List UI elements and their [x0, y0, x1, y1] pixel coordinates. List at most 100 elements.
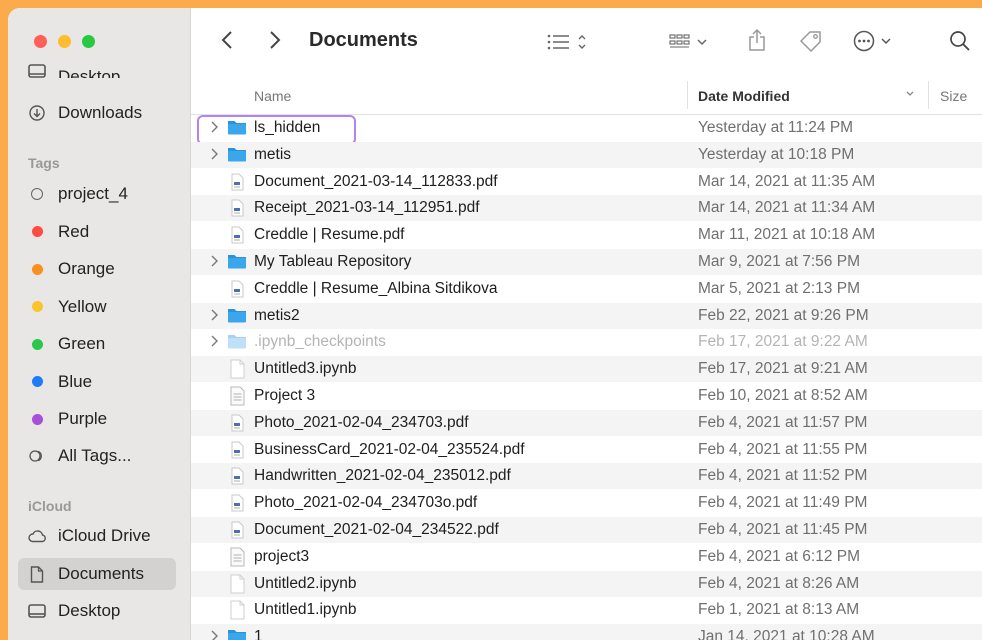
column-name[interactable]: Name — [254, 88, 291, 104]
file-row[interactable]: Creddle | Resume.pdf Mar 11, 2021 at 10:1… — [191, 222, 982, 248]
file-name: BusinessCard_2021-02-04_235524.pdf — [254, 440, 525, 458]
desktop-icon — [26, 64, 48, 78]
tag-dot — [31, 413, 43, 425]
file-date-modified: Feb 1, 2021 at 8:13 AM — [698, 601, 860, 619]
file-row[interactable]: Photo_2021-02-04_234703.pdf Feb 4, 2021 a… — [191, 409, 982, 438]
file-date-modified: Mar 14, 2021 at 11:35 AM — [698, 172, 876, 190]
file-row[interactable]: Project 3 Feb 10, 2021 at 8:52 AM — [191, 383, 982, 409]
file-name: metis — [254, 145, 292, 163]
tag-color-dot-icon — [26, 226, 48, 237]
sort-chevron-icon[interactable] — [905, 87, 915, 103]
folder-icon — [227, 306, 247, 329]
file-date-modified: Feb 4, 2021 at 6:12 PM — [698, 547, 860, 565]
file-name: Handwritten_2021-02-04_235012.pdf — [254, 467, 511, 485]
share-button[interactable] — [748, 28, 766, 52]
sidebar-item-label: All Tags... — [58, 446, 132, 465]
tag-dot — [31, 301, 43, 312]
file-date-modified: Feb 4, 2021 at 11:49 PM — [698, 494, 868, 512]
sidebar-item-label: Blue — [58, 371, 93, 391]
blank-document-icon — [227, 600, 247, 625]
file-row[interactable]: metis2 Feb 22, 2021 at 9:26 PM — [191, 302, 982, 329]
pdf-file-icon — [227, 225, 247, 250]
file-row[interactable]: Untitled2.ipynb Feb 4, 2021 at 8:26 AM — [191, 570, 982, 597]
file-name: project3 — [254, 547, 310, 565]
file-row[interactable]: Document_2021-02-04_234522.pdf Feb 4, 202… — [191, 517, 982, 543]
grid-icon — [669, 34, 707, 48]
back-button[interactable] — [221, 30, 233, 50]
pdf-file-icon — [227, 493, 247, 518]
zoom-window-button[interactable] — [82, 35, 95, 48]
file-row[interactable]: Creddle | Resume_Albina Sitdikova Mar 5, … — [191, 276, 982, 302]
file-row[interactable]: Receipt_2021-03-14_112951.pdf Mar 14, 202… — [191, 195, 982, 222]
cloud-icon — [26, 529, 48, 543]
sidebar-tag-red[interactable]: Red — [18, 216, 176, 248]
sidebar-item-label: Purple — [58, 409, 108, 428]
list-view-toggle[interactable] — [547, 32, 589, 52]
sidebar-tag-yellow[interactable]: Yellow — [18, 291, 176, 323]
sidebar-tag-orange[interactable]: Orange — [18, 253, 176, 285]
sidebar-item-label: Downloads — [58, 103, 143, 122]
sidebar-tag-blue[interactable]: Blue — [18, 366, 176, 398]
file-row[interactable]: ls_hidden Yesterday at 11:24 PM — [191, 115, 982, 145]
text-document-icon — [227, 547, 247, 572]
file-row[interactable]: Untitled1.ipynb Feb 1, 2021 at 8:13 AM — [191, 597, 982, 623]
file-date-modified: Mar 11, 2021 at 10:18 AM — [698, 226, 876, 244]
pdf-file-icon — [227, 413, 247, 438]
column-size[interactable]: Size — [940, 88, 967, 104]
close-window-button[interactable] — [34, 35, 47, 48]
folder-icon — [227, 252, 247, 275]
sidebar-tag-green[interactable]: Green — [18, 328, 176, 360]
expand-chevron-icon[interactable] — [210, 308, 219, 327]
sidebar-item-icloud-drive[interactable]: iCloud Drive — [18, 520, 176, 552]
sidebar-item-label: Yellow — [58, 296, 107, 316]
expand-chevron-icon[interactable] — [210, 254, 219, 273]
window-title: Documents — [309, 29, 418, 51]
file-name: metis2 — [254, 306, 300, 324]
expand-chevron-icon[interactable] — [210, 334, 219, 353]
column-header: Name Date Modified Size — [191, 77, 982, 115]
file-row[interactable]: metis Yesterday at 10:18 PM — [191, 141, 982, 168]
sidebar-item-desktop-partial[interactable]: Desktop — [18, 62, 176, 78]
more-actions-button[interactable] — [853, 30, 899, 52]
file-row[interactable]: .ipynb_checkpoints Feb 17, 2021 at 9:22 A… — [191, 329, 982, 355]
file-name: Creddle | Resume.pdf — [254, 226, 405, 244]
file-name: .ipynb_checkpoints — [254, 333, 386, 351]
expand-chevron-icon[interactable] — [210, 147, 219, 166]
file-row[interactable]: Handwritten_2021-02-04_235012.pdf Feb 4, … — [191, 463, 982, 490]
file-date-modified: Yesterday at 11:24 PM — [698, 119, 854, 136]
folder-icon — [227, 332, 247, 355]
tag-dot — [31, 263, 43, 275]
tag-dot — [31, 338, 43, 350]
all-tags-icon — [26, 450, 48, 462]
minimize-window-button[interactable] — [58, 35, 71, 48]
file-date-modified: Feb 22, 2021 at 9:26 PM — [698, 306, 869, 324]
forward-button[interactable] — [269, 30, 281, 50]
file-date-modified: Feb 4, 2021 at 11:55 PM — [698, 440, 868, 458]
file-name: Photo_2021-02-04_234703.pdf — [254, 413, 469, 431]
file-row[interactable]: My Tableau Repository Mar 9, 2021 at 7:56… — [191, 249, 982, 275]
file-row[interactable]: Photo_2021-02-04_234703o.pdf Feb 4, 2021 … — [191, 490, 982, 516]
file-date-modified: Yesterday at 10:18 PM — [698, 145, 855, 163]
sidebar-item-label: Desktop — [58, 601, 121, 620]
sidebar-tag-purple[interactable]: Purple — [18, 403, 176, 435]
sidebar-item-desktop[interactable]: Desktop — [18, 595, 176, 627]
pdf-file-icon — [227, 440, 247, 465]
sidebar-tag-project-4[interactable]: project_4 — [18, 178, 176, 210]
blank-document-icon — [227, 359, 247, 384]
file-row[interactable]: BusinessCard_2021-02-04_235524.pdf Feb 4,… — [191, 437, 982, 463]
file-row[interactable]: project3 Feb 4, 2021 at 6:12 PM — [191, 544, 982, 570]
sidebar-item-documents[interactable]: Documents — [18, 558, 176, 590]
expand-chevron-icon[interactable] — [210, 629, 219, 640]
column-date-modified[interactable]: Date Modified — [698, 88, 790, 104]
sidebar-section-icloud: iCloud — [28, 498, 72, 514]
tag-button[interactable] — [798, 30, 824, 52]
sidebar-item-downloads[interactable]: Downloads — [18, 97, 176, 129]
sidebar-section-tags: Tags — [28, 155, 60, 171]
group-button[interactable] — [669, 32, 717, 52]
search-button[interactable] — [949, 30, 971, 52]
file-row[interactable]: Untitled3.ipynb Feb 17, 2021 at 9:21 AM — [191, 356, 982, 384]
sidebar-item-all-tags[interactable]: All Tags... — [18, 440, 176, 472]
file-row[interactable]: 1 Jan 14, 2021 at 10:28 AM — [191, 624, 982, 640]
share-icon — [749, 28, 765, 51]
file-row[interactable]: Document_2021-03-14_112833.pdf Mar 14, 20… — [191, 169, 982, 195]
